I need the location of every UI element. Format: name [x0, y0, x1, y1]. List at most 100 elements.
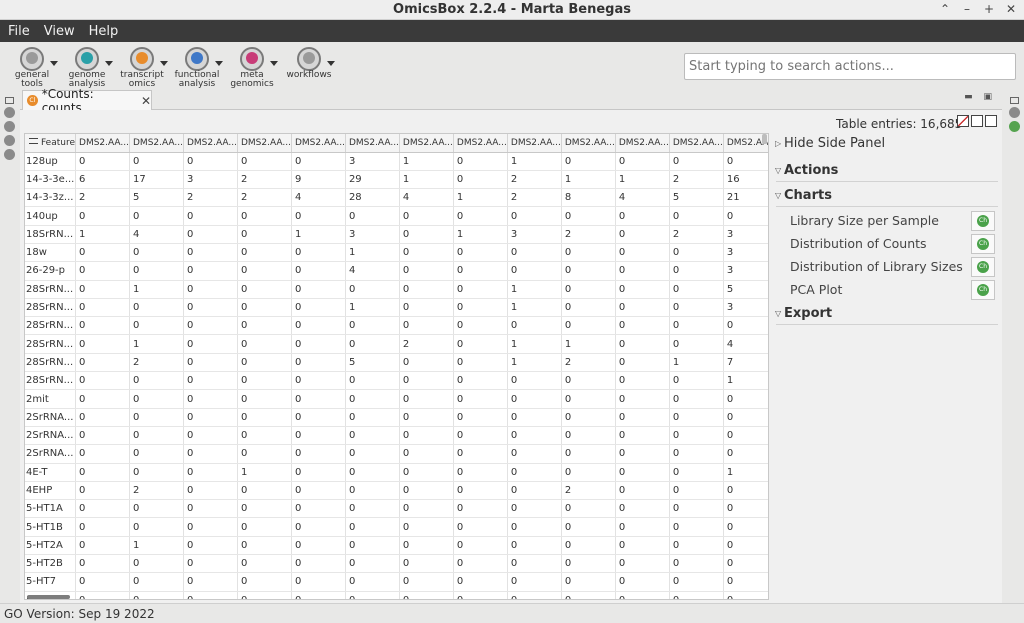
table-row[interactable]: 18SrRN... 1 4 0 0 1 3 0 1 3 2 0 2 3	[25, 225, 768, 244]
open-chart-button[interactable]: Ch	[971, 257, 995, 277]
table-row[interactable]: 5-HT7 0 0 0 0 0 0 0 0 0 0 0 0 0	[25, 572, 768, 592]
dock-icon[interactable]	[3, 107, 15, 118]
column-header[interactable]: DMS2.AA...	[453, 134, 508, 153]
hide-side-panel[interactable]: ▷ Hide Side Panel	[772, 133, 1001, 155]
chart-item[interactable]: Library Size per Sample Ch	[772, 210, 1001, 232]
search-actions-input[interactable]	[684, 53, 1016, 80]
count-cell: 0	[237, 444, 292, 464]
table-row[interactable]: 28SrRN... 0 1 0 0 0 0 2 0 1 1 0 0 4	[25, 334, 768, 354]
table-row[interactable]: 5-HT1A 0 0 0 0 0 0 0 0 0 0 0 0 0	[25, 499, 768, 519]
tool-icon-dot	[191, 52, 203, 64]
table-row[interactable]: 4EHP 0 2 0 0 0 0 0 0 0 2 0 0 0	[25, 481, 768, 501]
close-icon[interactable]: ✕	[141, 94, 151, 108]
feature-cell: 28SrRN...	[25, 371, 77, 391]
count-cell: 0	[399, 280, 454, 299]
window-maximize-icon[interactable]: +	[982, 1, 996, 17]
restore-icon[interactable]	[4, 97, 14, 104]
export-icon[interactable]	[971, 115, 983, 127]
tab-controls[interactable]: ▬ ▣	[964, 92, 996, 102]
tool-genome-analysis[interactable]: genome analysis	[63, 45, 117, 89]
toolbar: general tools genome analysis transcript o…	[0, 42, 1024, 90]
actions-section[interactable]: ▽ Actions	[772, 160, 1001, 182]
column-header-feature[interactable]: Feature	[25, 134, 77, 153]
dock-icon[interactable]	[1009, 107, 1020, 118]
dropdown-arrow-icon[interactable]	[50, 61, 58, 66]
filter-icon[interactable]	[29, 137, 38, 144]
tool-metagenomics[interactable]: meta genomics	[228, 45, 282, 89]
dropdown-arrow-icon[interactable]	[105, 61, 113, 66]
table-row[interactable]: 26-29-p 0 0 0 0 0 4 0 0 0 0 0 0 3	[25, 261, 768, 281]
column-header[interactable]: DMS2.AA...	[129, 134, 184, 153]
menu-file[interactable]: File	[8, 24, 30, 39]
menu-view[interactable]: View	[44, 24, 75, 39]
dock-icon[interactable]	[3, 149, 15, 160]
open-chart-button[interactable]: Ch	[971, 234, 995, 254]
save-icon[interactable]	[985, 115, 997, 127]
table-row[interactable]: 5-PCoB0000000000000	[25, 591, 768, 599]
table-row[interactable]: 28SrRN... 0 0 0 0 0 0 0 0 0 0 0 0 0	[25, 316, 768, 336]
window-shade-icon[interactable]: ⌃	[938, 1, 952, 17]
tab-counts[interactable]: Cl *Counts: counts ✕	[22, 87, 152, 115]
dropdown-arrow-icon[interactable]	[160, 61, 168, 66]
status-bar: GO Version: Sep 19 2022	[0, 603, 1024, 623]
column-header[interactable]: DMS2.AA...	[669, 134, 724, 153]
chart-item[interactable]: PCA Plot Ch	[772, 279, 1001, 301]
table-row[interactable]: 28SrRN... 0 1 0 0 0 0 0 0 1 0 0 0 5	[25, 280, 768, 299]
table-row[interactable]: 5-HT1B 0 0 0 0 0 0 0 0 0 0 0 0 0	[25, 517, 768, 537]
table-row[interactable]: 5-HT2A 0 1 0 0 0 0 0 0 0 0 0 0 0	[25, 536, 768, 556]
column-header[interactable]: DMS2.AA...	[183, 134, 238, 153]
table-row[interactable]: 28SrRN... 0 0 0 0 0 1 0 0 1 0 0 0 3	[25, 298, 768, 318]
table-row[interactable]: 14-3-3e... 6 17 3 2 9 29 1 0 2 1 1 2 16	[25, 170, 768, 190]
open-chart-button[interactable]: Ch	[971, 211, 995, 231]
table-row[interactable]: 18w 0 0 0 0 0 1 0 0 0 0 0 0 3	[25, 243, 768, 263]
column-header[interactable]: DMS2.AA...	[345, 134, 400, 153]
export-section[interactable]: ▽ Export	[772, 303, 1001, 325]
column-header[interactable]: DMS2.AA...	[561, 134, 616, 153]
window-minimize-icon[interactable]: –	[960, 1, 974, 17]
count-cell: 0	[399, 481, 454, 501]
dropdown-arrow-icon[interactable]	[327, 61, 335, 66]
charts-section[interactable]: ▽ Charts	[772, 185, 1001, 207]
tool-general-tools[interactable]: general tools	[8, 45, 62, 89]
table-row[interactable]: 128up 0 0 0 0 0 3 1 0 1 0 0 0 0	[25, 152, 768, 171]
dropdown-arrow-icon[interactable]	[215, 61, 223, 66]
table-row[interactable]: 140up 0 0 0 0 0 0 0 0 0 0 0 0 0	[25, 206, 768, 226]
table-row[interactable]: 2mit 0 0 0 0 0 0 0 0 0 0 0 0 0	[25, 389, 768, 409]
table-row[interactable]: 5-HT2B 0 0 0 0 0 0 0 0 0 0 0 0 0	[25, 554, 768, 574]
table-row[interactable]: 28SrRN... 0 2 0 0 0 5 0 0 1 2 0 1 7	[25, 353, 768, 373]
table-row[interactable]: 2SrRNA... 0 0 0 0 0 0 0 0 0 0 0 0 0	[25, 444, 768, 464]
count-cell: 0	[345, 517, 400, 537]
table-row[interactable]: 14-3-3z... 2 5 2 2 4 28 4 1 2 8 4 5 21	[25, 188, 768, 208]
count-cell: 0	[129, 243, 184, 263]
column-header[interactable]: DMS2.AA...	[615, 134, 670, 153]
table-row[interactable]: 2SrRNA... 0 0 0 0 0 0 0 0 0 0 0 0 0	[25, 408, 768, 427]
column-header[interactable]: DMS2.AA...	[75, 134, 130, 153]
window-close-icon[interactable]: ✕	[1004, 1, 1018, 17]
dock-icon[interactable]	[3, 121, 15, 132]
restore-icon[interactable]	[1010, 97, 1019, 104]
dock-icon[interactable]	[1009, 121, 1020, 132]
column-header[interactable]: DMS2.AA...	[507, 134, 562, 153]
dropdown-arrow-icon[interactable]	[270, 61, 278, 66]
open-chart-button[interactable]: Ch	[971, 280, 995, 300]
chart-item[interactable]: Distribution of Counts Ch	[772, 233, 1001, 255]
count-cell: 0	[507, 444, 562, 464]
menu-help[interactable]: Help	[89, 24, 119, 39]
clear-filter-icon[interactable]	[957, 115, 969, 127]
table-row[interactable]: 4E-T 0 0 0 1 0 0 0 0 0 0 0 0 1	[25, 463, 768, 482]
tool-workflows[interactable]: workflows	[285, 45, 339, 89]
column-header[interactable]: DMS2.AA...	[237, 134, 292, 153]
vertical-scrollbar[interactable]	[762, 134, 767, 144]
table-row[interactable]: 28SrRN... 0 0 0 0 0 0 0 0 0 0 0 0 1	[25, 371, 768, 391]
count-cell: 2	[561, 481, 616, 501]
chart-item[interactable]: Distribution of Library Sizes Ch	[772, 256, 1001, 278]
actions-label: Actions	[784, 163, 839, 178]
tool-transcriptomics[interactable]: transcript omics	[118, 45, 172, 89]
dock-icon[interactable]	[3, 135, 15, 146]
count-cell: 0	[291, 152, 346, 171]
column-header[interactable]: DMS2.AA...	[399, 134, 454, 153]
tool-functional-analysis[interactable]: functional analysis	[173, 45, 227, 89]
horizontal-scrollbar[interactable]	[27, 595, 70, 599]
column-header[interactable]: DMS2.AA...	[291, 134, 346, 153]
table-row[interactable]: 2SrRNA... 0 0 0 0 0 0 0 0 0 0 0 0 0	[25, 426, 768, 446]
